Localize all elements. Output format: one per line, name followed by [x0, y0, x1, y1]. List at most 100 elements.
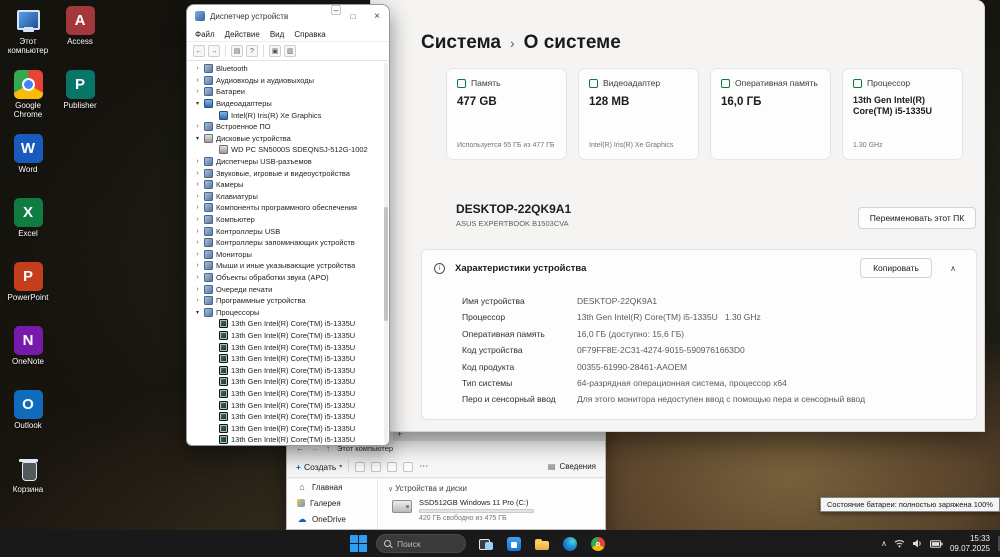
chrome-app-icon[interactable] [589, 535, 607, 553]
desktop-icon[interactable]: X Excel [2, 198, 54, 262]
tree-item[interactable]: 13th Gen Intel(R) Core(TM) i5-1335U [187, 388, 384, 400]
menu-item[interactable]: Справка [294, 30, 325, 39]
tree-item[interactable]: Программные устройства [187, 295, 384, 307]
start-button[interactable] [350, 535, 367, 552]
expander-icon[interactable] [194, 65, 201, 72]
desktop-icon[interactable]: Корзина [2, 454, 54, 518]
expander-icon[interactable] [194, 135, 201, 142]
rename-pc-button[interactable]: Переименовать этот ПК [858, 207, 976, 229]
device-manager-titlebar[interactable]: Диспетчер устройств [187, 5, 389, 27]
desktop-icon[interactable]: P PowerPoint [2, 262, 54, 326]
tree-item[interactable]: Объекты обработки звука (APO) [187, 272, 384, 284]
file-explorer-icon[interactable] [533, 535, 551, 553]
tree-item[interactable]: Диспетчеры USB-разъемов [187, 156, 384, 168]
expander-icon[interactable] [194, 297, 201, 304]
tree-item[interactable]: Процессоры [187, 306, 384, 318]
tree-item[interactable]: Intel(R) Iris(R) Xe Graphics [187, 109, 384, 121]
tree-item[interactable]: 13th Gen Intel(R) Core(TM) i5-1335U [187, 341, 384, 353]
menu-item[interactable]: Файл [195, 30, 215, 39]
tree-item[interactable]: Bluetooth [187, 63, 384, 75]
desktop-icon[interactable]: Этот компьютер [2, 6, 54, 70]
desktop-icon[interactable]: O Outlook [2, 390, 54, 454]
sidebar-item[interactable]: Галерея [287, 495, 377, 511]
minimize-icon[interactable] [331, 5, 341, 15]
wifi-icon[interactable] [894, 535, 905, 553]
expander-icon[interactable] [194, 228, 201, 235]
menu-item[interactable]: Вид [270, 30, 284, 39]
tree-item[interactable]: 13th Gen Intel(R) Core(TM) i5-1335U [187, 353, 384, 365]
battery-icon[interactable] [929, 535, 943, 553]
clock[interactable]: 15:33 09.07.2025 [950, 534, 990, 554]
search-input[interactable] [397, 538, 452, 549]
desktop-icon[interactable]: Google Chrome [2, 70, 54, 134]
drive-item[interactable]: SSD512GB Windows 11 Pro (C:) 420 ГБ своб… [392, 498, 597, 522]
copy-icon[interactable] [371, 461, 382, 472]
expander-icon[interactable] [194, 158, 201, 165]
tree-item[interactable]: Мониторы [187, 249, 384, 261]
expander-icon[interactable] [194, 262, 201, 269]
scrollbar[interactable] [384, 63, 388, 443]
device-specs-header[interactable]: Характеристики устройства Копировать [422, 250, 976, 286]
tree-item[interactable]: Дисковые устройства [187, 133, 384, 145]
volume-icon[interactable] [912, 535, 923, 553]
tree-item[interactable]: Видеоадаптеры [187, 98, 384, 110]
desktop-icon[interactable]: W Word [2, 134, 54, 198]
menu-item[interactable]: Действие [225, 30, 260, 39]
desktop-icon[interactable]: P Publisher [54, 70, 106, 134]
tree-item[interactable]: 13th Gen Intel(R) Core(TM) i5-1335U [187, 422, 384, 434]
more-options-icon[interactable] [419, 461, 428, 472]
expander-icon[interactable] [194, 123, 201, 130]
expander-icon[interactable] [194, 193, 201, 200]
taskbar-search[interactable] [376, 534, 466, 553]
expander-icon[interactable] [194, 170, 201, 177]
tree-item[interactable]: Клавиатуры [187, 191, 384, 203]
tree-item[interactable]: Звуковые, игровые и видеоустройства [187, 167, 384, 179]
sidebar-item[interactable]: Главная [287, 479, 377, 495]
properties-icon[interactable] [284, 45, 296, 57]
expander-icon[interactable] [194, 181, 201, 188]
tree-item[interactable]: WD PC SN5000S SDEQNSJ-512G-1002 [187, 144, 384, 156]
tree-item[interactable]: 13th Gen Intel(R) Core(TM) i5-1335U [187, 411, 384, 423]
copy-button[interactable]: Копировать [860, 258, 932, 278]
tree-item[interactable]: Компьютер [187, 214, 384, 226]
paste-icon[interactable] [387, 461, 398, 472]
tree-item[interactable]: Очереди печати [187, 283, 384, 295]
maximize-icon[interactable] [341, 5, 365, 27]
tree-item[interactable]: 13th Gen Intel(R) Core(TM) i5-1335U [187, 330, 384, 342]
close-icon[interactable] [365, 5, 389, 27]
new-button[interactable]: Создать [296, 462, 342, 472]
expander-icon[interactable] [194, 100, 201, 107]
back-icon[interactable] [193, 45, 205, 57]
sidebar-item[interactable]: OneDrive [287, 511, 377, 527]
tree-item[interactable]: Батареи [187, 86, 384, 98]
edge-icon[interactable] [561, 535, 579, 553]
expander-icon[interactable] [194, 77, 201, 84]
expander-icon[interactable] [194, 251, 201, 258]
expander-icon[interactable] [194, 216, 201, 223]
tree-item[interactable]: 13th Gen Intel(R) Core(TM) i5-1335U [187, 376, 384, 388]
desktop-icon[interactable]: A Access [54, 6, 106, 70]
expander-icon[interactable] [194, 274, 201, 281]
section-header-drives[interactable]: Устройства и диски [388, 484, 597, 493]
forward-icon[interactable] [208, 45, 220, 57]
tree-item[interactable]: 13th Gen Intel(R) Core(TM) i5-1335U [187, 364, 384, 376]
scan-hardware-icon[interactable] [269, 45, 281, 57]
desktop-icon[interactable]: N OneNote [2, 326, 54, 390]
chevron-up-icon[interactable] [942, 264, 964, 273]
tree-item[interactable]: 13th Gen Intel(R) Core(TM) i5-1335U [187, 318, 384, 330]
tree-item[interactable]: Мыши и иные указывающие устройства [187, 260, 384, 272]
breadcrumb-system[interactable]: Система [421, 32, 501, 54]
details-button[interactable]: Сведения [548, 462, 596, 471]
expander-icon[interactable] [194, 286, 201, 293]
store-icon[interactable] [505, 535, 523, 553]
tree-item[interactable]: Компоненты программного обеспечения [187, 202, 384, 214]
tree-item[interactable]: Аудиовходы и аудиовыходы [187, 75, 384, 87]
expander-icon[interactable] [194, 309, 201, 316]
tree-item[interactable]: Контроллеры USB [187, 225, 384, 237]
expander-icon[interactable] [194, 204, 201, 211]
tree-item[interactable]: Контроллеры запоминающих устройств [187, 237, 384, 249]
cut-icon[interactable] [355, 461, 366, 472]
console-tree-icon[interactable] [231, 45, 243, 57]
tree-item[interactable]: 13th Gen Intel(R) Core(TM) i5-1335U [187, 399, 384, 411]
tree-item[interactable]: Камеры [187, 179, 384, 191]
